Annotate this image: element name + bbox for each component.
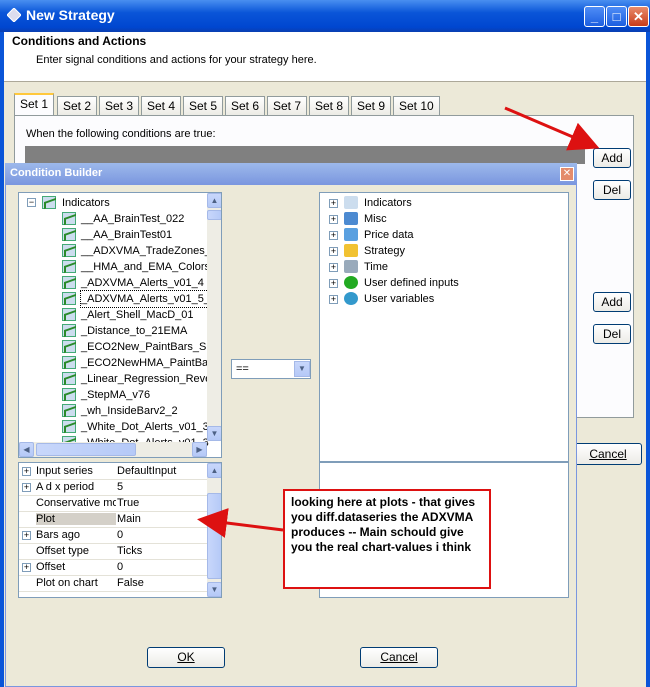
arrow-to-plot-row bbox=[197, 508, 284, 538]
annotation-arrows bbox=[197, 106, 600, 538]
arrow-to-add-button bbox=[504, 106, 600, 151]
